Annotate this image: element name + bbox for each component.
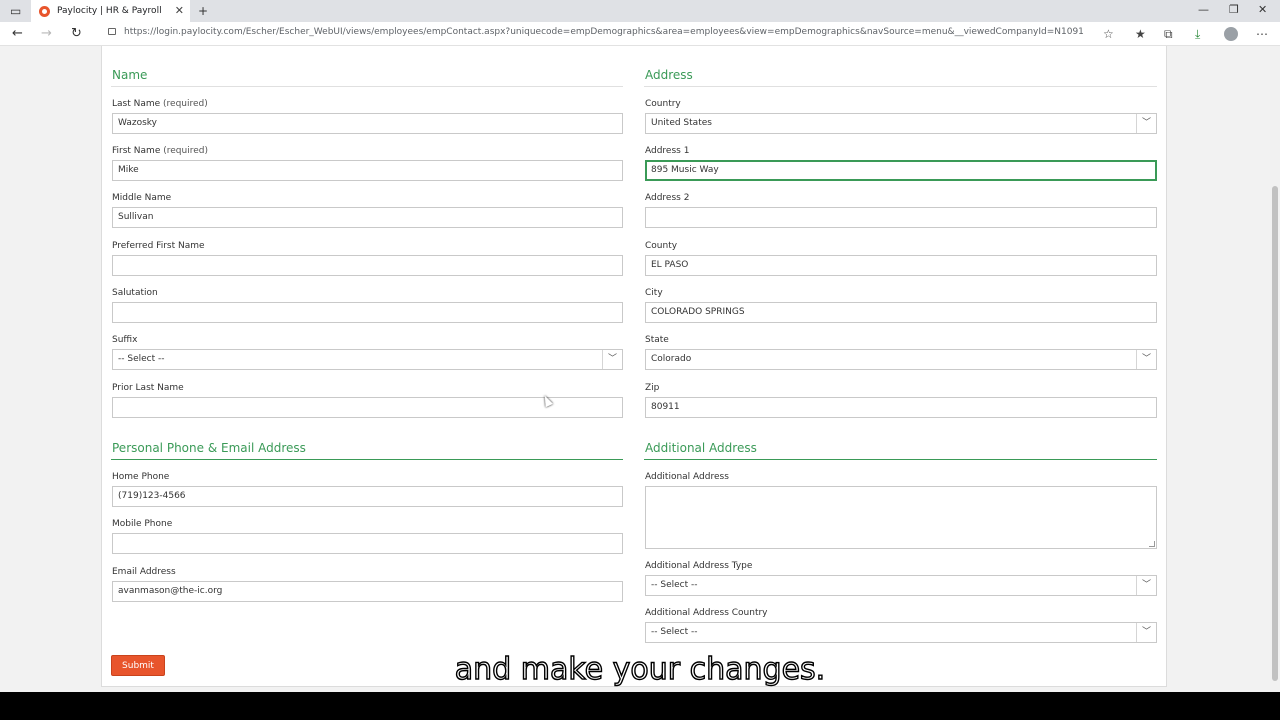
add-favorite-icon[interactable]: ☆ — [1103, 26, 1114, 42]
chevron-down-icon[interactable]: ﹀ — [602, 350, 622, 369]
additional-address-section-divider — [644, 459, 1157, 460]
middle-name-input[interactable]: Sullivan — [112, 207, 623, 228]
suffix-select[interactable]: -- Select -- ﹀ — [112, 349, 623, 370]
salutation-input[interactable] — [112, 302, 623, 323]
tab-strip: ▭ Paylocity | HR & Payroll ✕ + — ❐ ✕ — [0, 0, 1280, 22]
county-input[interactable]: EL PASO — [645, 255, 1157, 276]
preferred-first-name-label: Preferred First Name — [112, 241, 205, 251]
home-phone-label: Home Phone — [112, 472, 170, 482]
city-label: City — [645, 288, 663, 298]
zip-input[interactable]: 80911 — [645, 397, 1157, 418]
chevron-down-icon[interactable]: ﹀ — [1136, 623, 1156, 642]
chevron-down-icon[interactable]: ﹀ — [1136, 350, 1156, 369]
last-name-label: Last Name (required) — [112, 99, 208, 109]
reload-icon[interactable]: ↻ — [71, 26, 82, 42]
tab-actions-icon[interactable]: ▭ — [10, 3, 21, 19]
email-label: Email Address — [112, 567, 176, 577]
chevron-down-icon[interactable]: ﹀ — [1136, 576, 1156, 595]
more-icon[interactable]: ⋯ — [1256, 26, 1268, 42]
resize-handle-icon[interactable] — [1149, 541, 1155, 547]
additional-address-label: Additional Address — [645, 472, 729, 482]
additional-address-type-label: Additional Address Type — [645, 561, 753, 571]
state-label: State — [645, 335, 669, 345]
browser-tab[interactable]: Paylocity | HR & Payroll ✕ — [31, 0, 190, 22]
restore-icon[interactable]: ❐ — [1229, 2, 1239, 18]
chevron-down-icon[interactable]: ﹀ — [1136, 114, 1156, 133]
additional-address-type-selected-value: -- Select -- — [651, 580, 698, 590]
address2-input[interactable] — [645, 207, 1157, 228]
scrollbar-thumb[interactable] — [1272, 186, 1278, 681]
first-name-label: First Name (required) — [112, 146, 208, 156]
address-bar[interactable]: https://login.paylocity.com/Escher/Esche… — [108, 27, 1093, 37]
additional-address-section-title: Additional Address — [645, 441, 757, 455]
minimize-icon[interactable]: — — [1198, 2, 1209, 18]
preferred-first-name-input[interactable] — [112, 255, 623, 276]
country-selected-value: United States — [651, 118, 712, 128]
zip-label: Zip — [645, 383, 660, 393]
additional-address-country-select[interactable]: -- Select -- ﹀ — [645, 622, 1157, 643]
state-selected-value: Colorado — [651, 354, 692, 364]
paylocity-favicon-icon — [39, 5, 50, 17]
first-name-input[interactable]: Mike — [112, 160, 623, 181]
additional-address-country-selected-value: -- Select -- — [651, 627, 698, 637]
mobile-phone-label: Mobile Phone — [112, 519, 173, 529]
last-name-input[interactable]: Wazosky — [112, 113, 623, 134]
suffix-label: Suffix — [112, 335, 138, 345]
mobile-phone-input[interactable] — [112, 533, 623, 554]
prior-last-name-label: Prior Last Name — [112, 383, 184, 393]
tab-title: Paylocity | HR & Payroll — [57, 6, 162, 16]
address-section-divider — [644, 86, 1157, 87]
forward-icon[interactable]: → — [41, 26, 52, 42]
lock-icon — [108, 28, 116, 35]
address1-input[interactable]: 895 Music Way — [645, 160, 1157, 181]
additional-address-country-label: Additional Address Country — [645, 608, 768, 618]
city-input[interactable]: COLORADO SPRINGS — [645, 302, 1157, 323]
collections-icon[interactable]: ⧉ — [1164, 26, 1173, 42]
name-section-divider — [111, 86, 623, 87]
browser-toolbar: ← → ↻ https://login.paylocity.com/Escher… — [0, 22, 1280, 46]
phone-email-section-divider — [111, 459, 623, 460]
name-section-title: Name — [112, 68, 148, 82]
window-close-icon[interactable]: ✕ — [1258, 2, 1267, 18]
email-input[interactable]: avanmason@the-ic.org — [112, 581, 623, 602]
phone-email-section-title: Personal Phone & Email Address — [112, 441, 306, 455]
middle-name-label: Middle Name — [112, 193, 172, 203]
downloads-icon[interactable]: ⤓ — [1195, 26, 1200, 42]
video-bottom-bar — [0, 692, 1280, 720]
video-caption: and make your changes. — [454, 651, 826, 687]
address2-label: Address 2 — [645, 193, 690, 203]
url-text: https://login.paylocity.com/Escher/Esche… — [124, 27, 1084, 37]
additional-address-type-select[interactable]: -- Select -- ﹀ — [645, 575, 1157, 596]
additional-address-textarea[interactable] — [645, 486, 1157, 549]
suffix-selected-value: -- Select -- — [118, 354, 165, 364]
address1-label: Address 1 — [645, 146, 690, 156]
salutation-label: Salutation — [112, 288, 158, 298]
profile-avatar[interactable] — [1224, 27, 1238, 41]
back-icon[interactable]: ← — [12, 26, 23, 42]
favorites-icon[interactable]: ★ — [1135, 26, 1146, 42]
page-scrollbar[interactable] — [1270, 46, 1280, 692]
county-label: County — [645, 241, 678, 251]
country-label: Country — [645, 99, 681, 109]
state-select[interactable]: Colorado ﹀ — [645, 349, 1157, 370]
home-phone-input[interactable]: (719)123-4566 — [112, 486, 623, 507]
new-tab-icon[interactable]: + — [198, 3, 208, 19]
country-select[interactable]: United States ﹀ — [645, 113, 1157, 134]
tab-close-icon[interactable]: ✕ — [175, 4, 184, 18]
address-section-title: Address — [645, 68, 693, 82]
